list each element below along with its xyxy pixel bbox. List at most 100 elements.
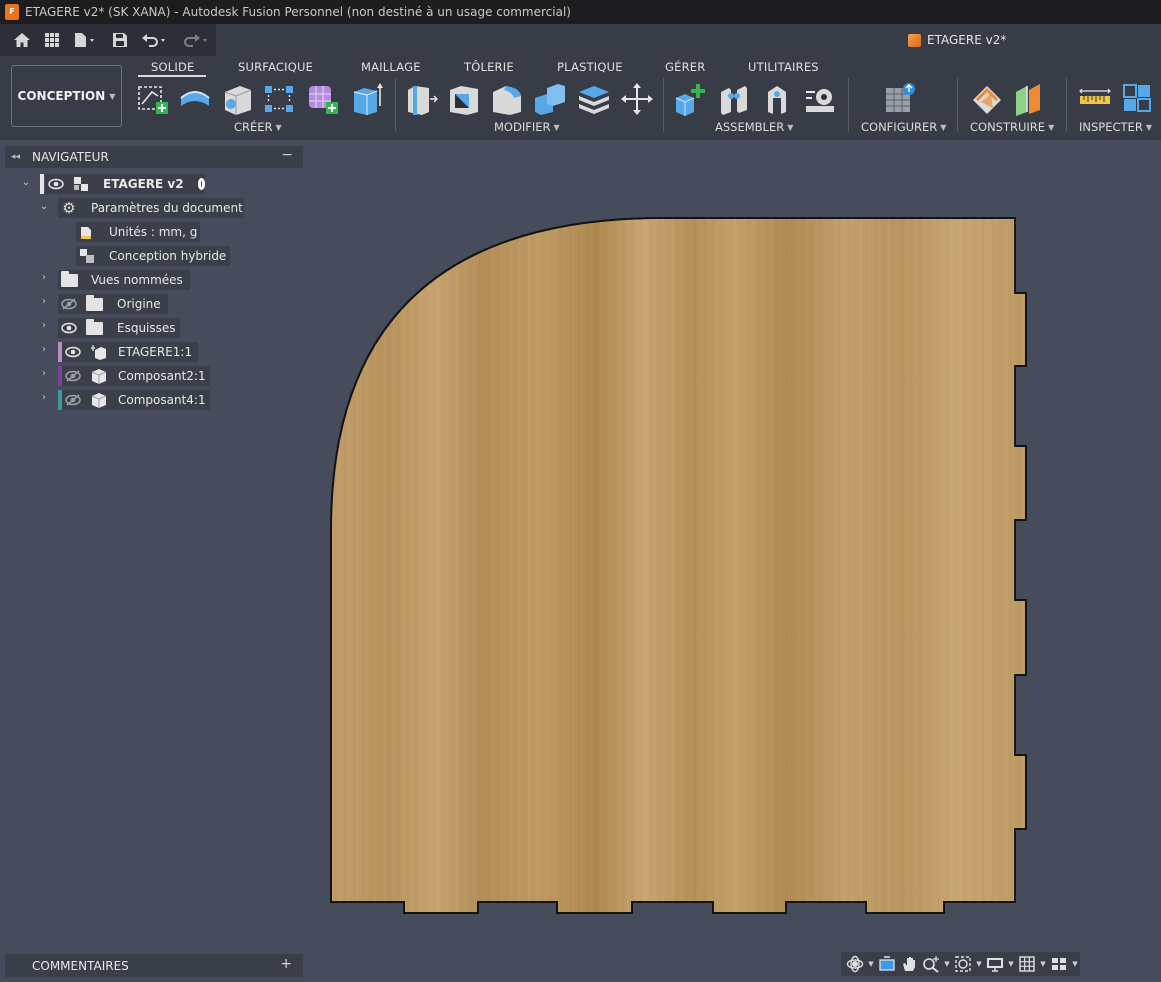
- grid-icon[interactable]: [42, 30, 62, 50]
- home-icon[interactable]: [12, 30, 32, 50]
- chevron-down-icon[interactable]: ▼: [1071, 960, 1079, 968]
- fillet-icon[interactable]: [447, 82, 481, 116]
- chevron-down-icon[interactable]: ▼: [1007, 960, 1015, 968]
- redo-icon[interactable]: [180, 30, 210, 50]
- collapse-panel-icon[interactable]: ◂◂: [11, 152, 25, 162]
- tree-root[interactable]: ETAGERE v2: [45, 174, 205, 194]
- press-pull-icon[interactable]: [405, 82, 439, 116]
- chevron-right-icon[interactable]: ›: [38, 320, 50, 331]
- tree-item-units[interactable]: Unités : mm, g: [76, 222, 200, 242]
- chamfer-icon[interactable]: [490, 82, 524, 116]
- pan-hand-icon[interactable]: [899, 954, 919, 974]
- tree-item-named-views[interactable]: Vues nommées: [58, 270, 190, 290]
- interference-icon[interactable]: [1121, 82, 1155, 116]
- group-assembler[interactable]: ASSEMBLER ▼: [715, 120, 793, 134]
- save-icon[interactable]: [110, 30, 130, 50]
- hybrid-design-icon: [79, 248, 95, 264]
- viewports-icon[interactable]: [1049, 954, 1069, 974]
- orbit-icon[interactable]: [845, 954, 865, 974]
- tab-solide[interactable]: SOLIDE: [151, 60, 194, 74]
- file-icon[interactable]: [72, 30, 100, 50]
- group-inspecter[interactable]: INSPECTER ▼: [1079, 120, 1152, 134]
- chevron-right-icon[interactable]: ›: [38, 272, 50, 283]
- quick-access-bar: ETAGERE v2*: [0, 24, 1161, 56]
- document-tab-strip: [216, 24, 1161, 56]
- group-modifier[interactable]: MODIFIER ▼: [494, 120, 560, 134]
- undo-icon[interactable]: [140, 30, 170, 50]
- tab-maillage[interactable]: MAILLAGE: [361, 60, 421, 74]
- tree-item-origin[interactable]: Origine: [58, 294, 168, 314]
- display-settings-icon[interactable]: [985, 954, 1005, 974]
- visibility-eye-icon[interactable]: [48, 178, 64, 190]
- box-icon[interactable]: [350, 82, 384, 116]
- tree-item-component[interactable]: ETAGERE1:1: [62, 342, 198, 362]
- chevron-right-icon[interactable]: ›: [38, 344, 50, 355]
- chevron-down-icon[interactable]: ▼: [943, 960, 951, 968]
- toolbar-divider: [1066, 78, 1067, 132]
- tab-plastique[interactable]: PLASTIQUE: [557, 60, 623, 74]
- comments-panel[interactable]: COMMENTAIRES +: [5, 954, 303, 977]
- group-construire[interactable]: CONSTRUIRE ▼: [970, 120, 1054, 134]
- visibility-off-icon[interactable]: [65, 370, 81, 382]
- document-tab[interactable]: ETAGERE v2*: [908, 33, 1006, 47]
- tree-item-label: ETAGERE1:1: [118, 345, 193, 359]
- plane-at-angle-icon[interactable]: [1013, 82, 1047, 116]
- motion-link-icon[interactable]: [803, 82, 837, 116]
- comments-title: COMMENTAIRES: [32, 958, 129, 973]
- offset-plane-icon[interactable]: [971, 82, 1005, 116]
- grid-settings-icon[interactable]: [1017, 954, 1037, 974]
- as-built-joint-icon[interactable]: [760, 82, 794, 116]
- visibility-off-icon[interactable]: [65, 394, 81, 406]
- toolbar-divider: [663, 78, 664, 132]
- chevron-down-icon[interactable]: ▼: [867, 960, 875, 968]
- tree-item-component[interactable]: Composant4:1: [62, 390, 210, 410]
- pattern-icon[interactable]: [262, 82, 296, 116]
- visibility-off-icon[interactable]: [61, 298, 77, 310]
- shell-icon[interactable]: [577, 82, 611, 116]
- group-creer[interactable]: CRÉER ▼: [234, 120, 282, 134]
- measure-icon[interactable]: [1078, 82, 1112, 116]
- tree-item-component[interactable]: Composant2:1: [62, 366, 210, 386]
- create-form-icon[interactable]: [306, 82, 340, 116]
- chevron-right-icon[interactable]: ›: [38, 392, 50, 403]
- add-comment-icon[interactable]: +: [280, 956, 292, 972]
- configure-table-icon[interactable]: [884, 82, 918, 116]
- tree-item-sketches[interactable]: Esquisses: [58, 318, 180, 338]
- tab-surfacique[interactable]: SURFACIQUE: [238, 60, 313, 74]
- component-link-icon: [91, 344, 107, 360]
- revolve-icon[interactable]: [220, 82, 254, 116]
- chevron-right-icon[interactable]: ›: [38, 368, 50, 379]
- activate-radio-icon[interactable]: [197, 178, 205, 190]
- new-component-icon[interactable]: [674, 82, 708, 116]
- chevron-down-icon[interactable]: ⌄: [20, 177, 32, 188]
- chevron-down-icon: ▼: [109, 91, 116, 101]
- create-sketch-icon[interactable]: [136, 82, 170, 116]
- wood-shelf-part[interactable]: [0, 140, 1161, 982]
- quick-access-toolbar: [0, 24, 216, 56]
- minimize-icon[interactable]: −: [281, 147, 293, 163]
- viewport-canvas[interactable]: [0, 140, 1161, 982]
- combine-icon[interactable]: [533, 82, 567, 116]
- window-title: ETAGERE v2* (SK XANA) - Autodesk Fusion …: [25, 5, 571, 19]
- tree-item-hybrid-design[interactable]: Conception hybride: [76, 246, 230, 266]
- tab-gerer[interactable]: GÉRER: [665, 60, 705, 74]
- joint-icon[interactable]: [717, 82, 751, 116]
- extrude-icon[interactable]: [178, 82, 212, 116]
- visibility-eye-icon[interactable]: [65, 346, 81, 358]
- move-icon[interactable]: [620, 82, 654, 116]
- group-configurer[interactable]: CONFIGURER ▼: [861, 120, 946, 134]
- tab-tolerie[interactable]: TÔLERIE: [464, 60, 514, 74]
- tree-item-label: Paramètres du document: [91, 201, 243, 215]
- chevron-down-icon[interactable]: ⌄: [38, 201, 50, 212]
- tab-utilitaires[interactable]: UTILITAIRES: [748, 60, 819, 74]
- workspace-switcher[interactable]: CONCEPTION ▼: [11, 65, 122, 127]
- visibility-eye-icon[interactable]: [61, 322, 77, 334]
- zoom-icon[interactable]: [921, 954, 941, 974]
- chevron-down-icon[interactable]: ▼: [1039, 960, 1047, 968]
- tree-item-doc-settings[interactable]: ⚙ Paramètres du document: [58, 198, 244, 218]
- look-at-icon[interactable]: [877, 954, 897, 974]
- chevron-down-icon[interactable]: ▼: [975, 960, 983, 968]
- chevron-right-icon[interactable]: ›: [38, 296, 50, 307]
- navigator-header[interactable]: ◂◂ NAVIGATEUR −: [5, 146, 303, 168]
- fit-view-icon[interactable]: [953, 954, 973, 974]
